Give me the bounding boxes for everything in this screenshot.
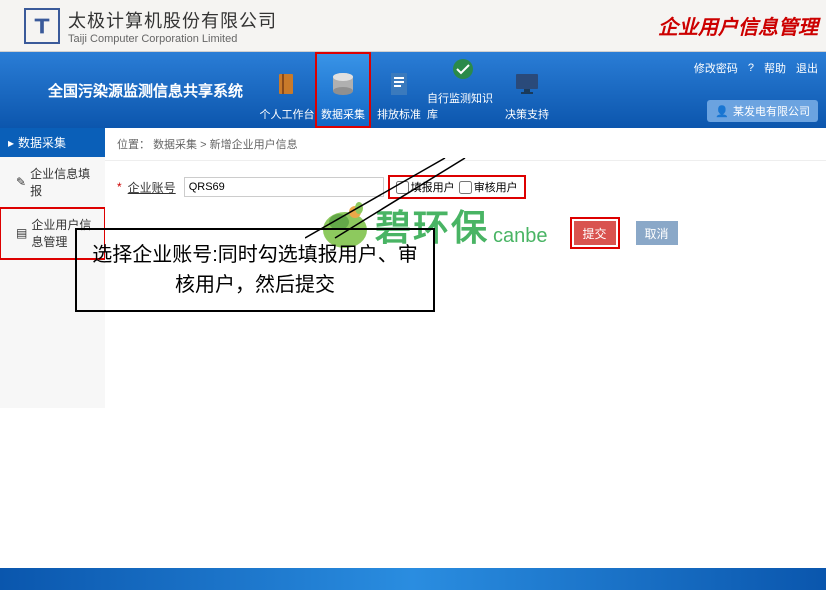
- form-row: * 企业账号 填报用户 审核用户: [105, 161, 826, 213]
- footer-stripe: [0, 568, 826, 590]
- modify-password-link[interactable]: 修改密码: [694, 60, 738, 76]
- breadcrumb-prefix: 位置：: [117, 139, 150, 151]
- checkbox-fill-user-input[interactable]: [396, 181, 409, 194]
- required-star: *: [117, 180, 122, 194]
- breadcrumb-p2: 新增企业用户信息: [210, 139, 298, 151]
- nav-item-data-collection[interactable]: 数据采集: [315, 52, 371, 128]
- checkbox-label: 审核用户: [474, 179, 518, 195]
- account-label[interactable]: 企业账号: [128, 179, 176, 196]
- cancel-button[interactable]: 取消: [636, 221, 678, 245]
- nav-label: 个人工作台: [260, 106, 315, 122]
- main-navbar: 全国污染源监测信息共享系统 个人工作台 数据采集 排放标准 自行监测知识库 决策…: [0, 52, 826, 128]
- user-badge-label: 某发电有限公司: [733, 103, 810, 119]
- logo-icon: [24, 8, 60, 44]
- help-link[interactable]: 帮助: [764, 60, 786, 76]
- book-icon: [269, 66, 305, 102]
- edit-icon: ✎: [16, 175, 26, 189]
- company-name-cn: 太极计算机股份有限公司: [68, 7, 277, 33]
- page-title: 企业用户信息管理: [658, 11, 818, 40]
- monitoring-icon: [445, 52, 481, 86]
- nav-items: 个人工作台 数据采集 排放标准 自行监测知识库 决策支持: [259, 52, 555, 128]
- list-icon: ▤: [16, 226, 27, 240]
- company-name-en: Taiji Computer Corporation Limited: [68, 33, 277, 45]
- account-input[interactable]: [184, 177, 384, 197]
- sidebar-header[interactable]: ▸ 数据采集: [0, 128, 105, 157]
- checkbox-group: 填报用户 审核用户: [390, 177, 524, 197]
- nav-label: 决策支持: [505, 106, 549, 122]
- nav-label: 自行监测知识库: [427, 90, 499, 122]
- user-badge[interactable]: 👤 某发电有限公司: [707, 100, 818, 122]
- checkbox-label: 填报用户: [411, 179, 455, 195]
- main-content: 位置： 数据采集 > 新增企业用户信息 * 企业账号 填报用户 审核用户 提交: [105, 128, 826, 408]
- chevron-right-icon: ▸: [8, 136, 14, 150]
- help-icon: ?: [748, 62, 754, 74]
- checkbox-review-user-input[interactable]: [459, 181, 472, 194]
- monitor-icon: [509, 66, 545, 102]
- nav-item-emission-standard[interactable]: 排放标准: [371, 52, 427, 128]
- submit-button[interactable]: 提交: [574, 221, 616, 245]
- breadcrumb-p1[interactable]: 数据采集: [153, 139, 197, 151]
- logout-link[interactable]: 退出: [796, 60, 818, 76]
- database-icon: [325, 66, 361, 102]
- document-icon: [381, 66, 417, 102]
- app-header: 太极计算机股份有限公司 Taiji Computer Corporation L…: [0, 0, 826, 52]
- user-icon: 👤: [715, 105, 729, 118]
- nav-right-links: 修改密码 ? 帮助 退出: [694, 60, 818, 76]
- body-area: ▸ 数据采集 ✎ 企业信息填报 ▤ 企业用户信息管理 位置： 数据采集 > 新增…: [0, 128, 826, 408]
- nav-label: 数据采集: [321, 106, 365, 122]
- system-title: 全国污染源监测信息共享系统: [48, 80, 243, 101]
- checkbox-fill-user[interactable]: 填报用户: [396, 179, 455, 195]
- nav-item-decision[interactable]: 决策支持: [499, 52, 555, 128]
- nav-item-knowledge[interactable]: 自行监测知识库: [427, 52, 499, 128]
- sidebar-item-enterprise-info[interactable]: ✎ 企业信息填报: [0, 157, 105, 208]
- annotation-box: 选择企业账号:同时勾选填报用户、审核用户，然后提交: [75, 228, 435, 312]
- sidebar-header-label: 数据采集: [18, 134, 66, 151]
- breadcrumb-sep: >: [200, 139, 209, 151]
- nav-item-workspace[interactable]: 个人工作台: [259, 52, 315, 128]
- sidebar-item-label: 企业信息填报: [30, 165, 97, 199]
- nav-label: 排放标准: [377, 106, 421, 122]
- logo-area: 太极计算机股份有限公司 Taiji Computer Corporation L…: [24, 7, 277, 45]
- checkbox-review-user[interactable]: 审核用户: [459, 179, 518, 195]
- breadcrumb: 位置： 数据采集 > 新增企业用户信息: [105, 128, 826, 161]
